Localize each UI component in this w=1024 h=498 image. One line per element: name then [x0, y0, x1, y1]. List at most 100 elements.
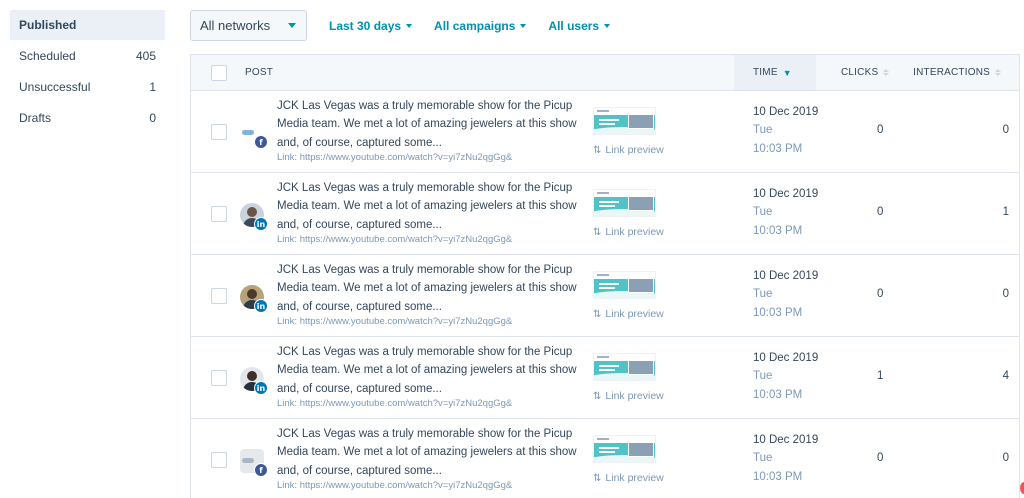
post-link[interactable]: Link: https://www.youtube.com/watch?v=yi… — [277, 316, 512, 327]
link-preview-label: Link preview — [605, 472, 664, 484]
link-preview-button[interactable]: ⇅ Link preview — [593, 144, 664, 156]
select-all-checkbox[interactable] — [211, 64, 227, 81]
link-preview-thumbnail[interactable] — [593, 271, 656, 299]
column-header-post: POST — [245, 55, 273, 90]
table-row[interactable]: f JCK Las Vegas was a truly memorable sh… — [191, 419, 1019, 498]
avatar: in — [240, 367, 268, 395]
clicks-value: 0 — [877, 452, 884, 464]
post-date: 10 Dec 2019 — [753, 434, 819, 446]
link-icon: ⇅ — [593, 308, 602, 320]
post-text[interactable]: JCK Las Vegas was a truly memorable show… — [277, 97, 577, 152]
sidebar-item-label: Unsuccessful — [19, 79, 91, 94]
post-clock: 10:03 PM — [753, 306, 803, 319]
clicks-value: 0 — [877, 288, 884, 300]
sidebar-item-count: 1 — [149, 79, 156, 94]
post-clock: 10:03 PM — [753, 224, 803, 237]
help-widget-icon[interactable] — [1020, 482, 1024, 494]
row-checkbox[interactable] — [211, 206, 227, 222]
column-header-label: CLICKS — [841, 67, 879, 78]
avatar: in — [240, 285, 268, 313]
post-day: Tue — [753, 206, 773, 219]
link-preview-button[interactable]: ⇅ Link preview — [593, 472, 664, 484]
row-checkbox[interactable] — [211, 124, 227, 140]
post-text[interactable]: JCK Las Vegas was a truly memorable show… — [277, 343, 577, 398]
row-checkbox[interactable] — [211, 452, 227, 468]
post-clock: 10:03 PM — [753, 470, 803, 483]
campaigns-filter[interactable]: All campaigns — [434, 19, 527, 33]
sidebar-item-count: 0 — [149, 110, 156, 125]
sort-icon — [883, 69, 890, 76]
link-preview-label: Link preview — [605, 390, 664, 402]
post-date: 10 Dec 2019 — [753, 188, 819, 200]
post-day: Tue — [753, 452, 773, 465]
link-preview-button[interactable]: ⇅ Link preview — [593, 390, 664, 402]
sidebar-item-label: Scheduled — [19, 48, 76, 63]
sidebar-item-count: 405 — [135, 48, 156, 63]
sidebar-item-drafts[interactable]: Drafts 0 — [10, 102, 165, 133]
caret-down-icon — [406, 23, 413, 28]
link-preview-button[interactable]: ⇅ Link preview — [593, 226, 664, 238]
date-range-filter[interactable]: Last 30 days — [329, 18, 413, 33]
caret-down-icon — [288, 23, 296, 28]
posts-table: POST TIME ▼ CLICKS INTERACTIONS f JCK La… — [190, 54, 1020, 498]
table-row[interactable]: in JCK Las Vegas was a truly memorable s… — [191, 255, 1019, 337]
column-header-label: POST — [245, 67, 274, 78]
post-text[interactable]: JCK Las Vegas was a truly memorable show… — [277, 261, 577, 316]
link-preview-thumbnail[interactable] — [593, 107, 656, 135]
table-row[interactable]: in JCK Las Vegas was a truly memorable s… — [191, 337, 1019, 419]
link-icon: ⇅ — [593, 226, 602, 238]
sidebar-item-label: Published — [19, 18, 77, 32]
post-link[interactable]: Link: https://www.youtube.com/watch?v=yi… — [277, 152, 512, 163]
post-time: 10 Dec 2019 Tue 10:03 PM — [753, 349, 818, 404]
post-text[interactable]: JCK Las Vegas was a truly memorable show… — [277, 179, 577, 234]
linkedin-icon: in — [254, 381, 268, 395]
facebook-icon: f — [254, 135, 268, 149]
sidebar-item-unsuccessful[interactable]: Unsuccessful 1 — [10, 71, 165, 102]
select-all-cell — [211, 55, 227, 90]
avatar: f — [240, 449, 268, 477]
column-header-interactions[interactable]: INTERACTIONS — [913, 55, 1001, 90]
row-checkbox[interactable] — [211, 370, 227, 386]
interactions-value: 4 — [1002, 370, 1009, 382]
facebook-icon: f — [254, 463, 268, 477]
column-header-clicks[interactable]: CLICKS — [841, 55, 890, 90]
users-label: All users — [548, 18, 600, 33]
interactions-value: 1 — [1002, 206, 1009, 218]
date-range-label: Last 30 days — [329, 18, 402, 33]
sidebar-item-scheduled[interactable]: Scheduled 405 — [10, 40, 165, 71]
link-preview-button[interactable]: ⇅ Link preview — [593, 308, 664, 320]
link-icon: ⇅ — [593, 472, 602, 484]
network-select[interactable]: All networks — [190, 10, 307, 41]
post-date: 10 Dec 2019 — [753, 270, 819, 282]
column-header-time[interactable]: TIME ▼ — [734, 55, 816, 90]
table-header: POST TIME ▼ CLICKS INTERACTIONS — [191, 55, 1019, 91]
clicks-value: 0 — [877, 206, 884, 218]
post-day: Tue — [753, 370, 773, 383]
sidebar-item-published[interactable]: Published — [10, 10, 165, 40]
sort-icon — [995, 69, 1001, 76]
sidebar: Published Scheduled 405 Unsuccessful 1 D… — [10, 10, 165, 133]
post-link[interactable]: Link: https://www.youtube.com/watch?v=yi… — [277, 480, 512, 491]
post-date: 10 Dec 2019 — [753, 106, 819, 118]
post-link[interactable]: Link: https://www.youtube.com/watch?v=yi… — [277, 398, 512, 409]
post-text[interactable]: JCK Las Vegas was a truly memorable show… — [277, 425, 577, 480]
column-header-label: INTERACTIONS — [913, 67, 990, 78]
link-preview-thumbnail[interactable] — [593, 435, 656, 463]
interactions-value: 0 — [1002, 452, 1009, 464]
link-preview-thumbnail[interactable] — [593, 189, 656, 217]
table-row[interactable]: f JCK Las Vegas was a truly memorable sh… — [191, 91, 1019, 173]
avatar: in — [240, 203, 268, 231]
users-filter[interactable]: All users — [548, 18, 611, 33]
row-checkbox[interactable] — [211, 288, 227, 304]
avatar: f — [240, 121, 268, 149]
post-link[interactable]: Link: https://www.youtube.com/watch?v=yi… — [277, 234, 512, 245]
network-select-value: All networks — [200, 18, 271, 33]
link-preview-thumbnail[interactable] — [593, 353, 656, 381]
post-time: 10 Dec 2019 Tue 10:03 PM — [753, 185, 818, 240]
link-preview-label: Link preview — [605, 144, 664, 156]
link-icon: ⇅ — [593, 390, 602, 402]
post-day: Tue — [753, 288, 773, 301]
table-row[interactable]: in JCK Las Vegas was a truly memorable s… — [191, 173, 1019, 255]
link-preview-label: Link preview — [605, 308, 664, 320]
post-time: 10 Dec 2019 Tue 10:03 PM — [753, 431, 818, 486]
